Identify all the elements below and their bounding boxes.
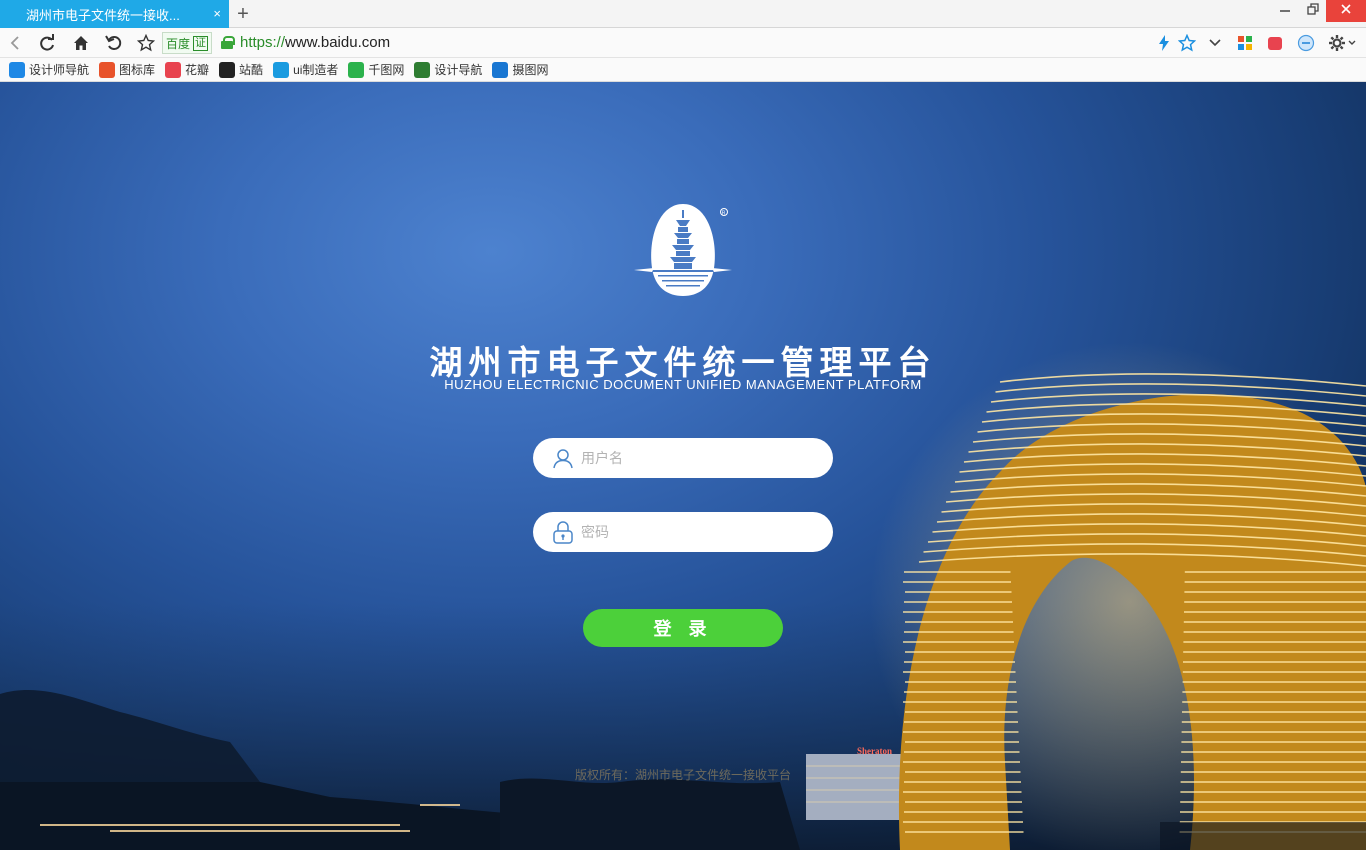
home-button[interactable] bbox=[69, 32, 93, 54]
bookmark-label: 设计导航 bbox=[434, 63, 483, 77]
adblock-icon bbox=[1297, 34, 1315, 52]
home-icon bbox=[74, 36, 88, 50]
minimize-button[interactable] bbox=[1270, 0, 1300, 22]
bookmark-label: 站酷 bbox=[239, 63, 264, 77]
shetu-icon bbox=[492, 61, 509, 78]
bookmark-item[interactable]: 站酷 bbox=[219, 61, 263, 78]
settings-button[interactable] bbox=[1325, 32, 1359, 54]
close-window-button[interactable] bbox=[1326, 0, 1366, 22]
ug-icon bbox=[9, 61, 25, 78]
bookmark-item[interactable]: 千图网 bbox=[348, 61, 404, 78]
url-host: www.baidu.com bbox=[285, 34, 391, 51]
refresh-icon bbox=[40, 34, 54, 51]
user-icon bbox=[551, 446, 575, 470]
lock-icon bbox=[221, 36, 235, 49]
bookmark-label: ui制造者 bbox=[293, 63, 339, 77]
password-input[interactable] bbox=[581, 524, 811, 540]
url-scheme: https:// bbox=[240, 34, 286, 51]
adblock-button[interactable] bbox=[1295, 32, 1317, 54]
new-tab-button[interactable]: + bbox=[232, 2, 254, 26]
bookmark-label: 摄图网 bbox=[512, 63, 549, 77]
sheraton-sign: Sheraton bbox=[857, 746, 892, 756]
bookmark-label: 花瓣 bbox=[185, 63, 210, 77]
star-outline-icon bbox=[137, 34, 155, 52]
platform-subtitle: HUZHOU ELECTRICNIC DOCUMENT UNIFIED MANA… bbox=[444, 377, 922, 392]
password-field[interactable] bbox=[533, 512, 833, 552]
site-identity-badge[interactable]: 百度 证 bbox=[162, 32, 213, 54]
star-icon bbox=[1178, 34, 1196, 52]
chevron-down-icon bbox=[1209, 39, 1221, 47]
pagoda-logo: R bbox=[634, 204, 732, 296]
username-field[interactable] bbox=[533, 438, 833, 478]
back-arrow-icon bbox=[10, 36, 19, 50]
login-page: Sheraton R 湖州市电子文件统一管理平台 HUZHOU ELECTRIC… bbox=[0, 82, 1366, 850]
lightning-icon bbox=[1159, 35, 1169, 51]
bookmark-label: 设计师导航 bbox=[29, 63, 90, 77]
lock-icon bbox=[551, 520, 575, 544]
uimaker-icon bbox=[273, 61, 290, 78]
address-dropdown-button[interactable] bbox=[1204, 32, 1226, 54]
apps-grid-icon bbox=[1238, 36, 1252, 50]
bookmark-item[interactable]: 设计导航 bbox=[414, 61, 482, 78]
bookmark-page-button[interactable] bbox=[1176, 32, 1198, 54]
restore-button[interactable] bbox=[1298, 0, 1328, 22]
copyright-text: 版权所有：湖州市电子文件统一接收平台 bbox=[574, 768, 791, 782]
apps-button[interactable] bbox=[1234, 32, 1256, 54]
tab-bar: 湖州市电子文件统一接收... × + bbox=[0, 0, 1366, 28]
undo-icon bbox=[105, 35, 122, 50]
minimize-icon bbox=[1280, 10, 1290, 12]
shield-icon bbox=[414, 61, 431, 78]
bookmark-item[interactable]: 摄图网 bbox=[492, 61, 548, 78]
qiantu-icon bbox=[348, 61, 365, 78]
undo-close-button[interactable] bbox=[102, 32, 126, 54]
favorite-button[interactable] bbox=[134, 32, 158, 54]
address-bar[interactable]: https://www.baidu.com bbox=[240, 34, 390, 51]
tab-close-icon[interactable]: × bbox=[213, 6, 221, 21]
speed-mode-button[interactable] bbox=[1153, 32, 1175, 54]
site-identity-label: 百度 bbox=[166, 36, 191, 51]
bookmark-label: 千图网 bbox=[368, 63, 405, 77]
username-input[interactable] bbox=[581, 450, 811, 466]
restore-icon bbox=[1307, 3, 1319, 15]
tab-active[interactable]: 湖州市电子文件统一接收... × bbox=[0, 0, 229, 28]
refresh-button[interactable] bbox=[35, 32, 59, 54]
svg-text:R: R bbox=[722, 211, 726, 217]
bookmarks-bar: 设计师导航 图标库 花瓣 站酷 ui制造者 千图网 设计导航 摄图网 bbox=[0, 58, 1366, 82]
gear-icon bbox=[1329, 35, 1356, 51]
bookmark-item[interactable]: 花瓣 bbox=[165, 61, 209, 78]
iconlib-icon bbox=[99, 61, 116, 78]
bookmark-item[interactable]: ui制造者 bbox=[273, 61, 338, 78]
bookmark-label: 图标库 bbox=[119, 63, 156, 77]
extension-icon bbox=[1268, 37, 1282, 50]
bookmark-item[interactable]: 图标库 bbox=[99, 61, 155, 78]
bookmark-item[interactable]: 设计师导航 bbox=[9, 61, 89, 78]
horseshoe-hotel bbox=[870, 342, 1366, 850]
zcool-icon bbox=[219, 61, 236, 78]
huaban-icon bbox=[165, 61, 182, 78]
address-toolbar: 百度 证 https://www.baidu.com bbox=[0, 28, 1366, 58]
tab-title: 湖州市电子文件统一接收... bbox=[26, 7, 180, 23]
close-icon bbox=[1341, 4, 1351, 14]
sheraton-building: Sheraton bbox=[806, 746, 910, 820]
verified-icon: 证 bbox=[193, 35, 209, 51]
back-button[interactable] bbox=[3, 32, 27, 54]
login-button[interactable]: 登 录 bbox=[583, 609, 783, 647]
extension-button[interactable] bbox=[1264, 32, 1286, 54]
